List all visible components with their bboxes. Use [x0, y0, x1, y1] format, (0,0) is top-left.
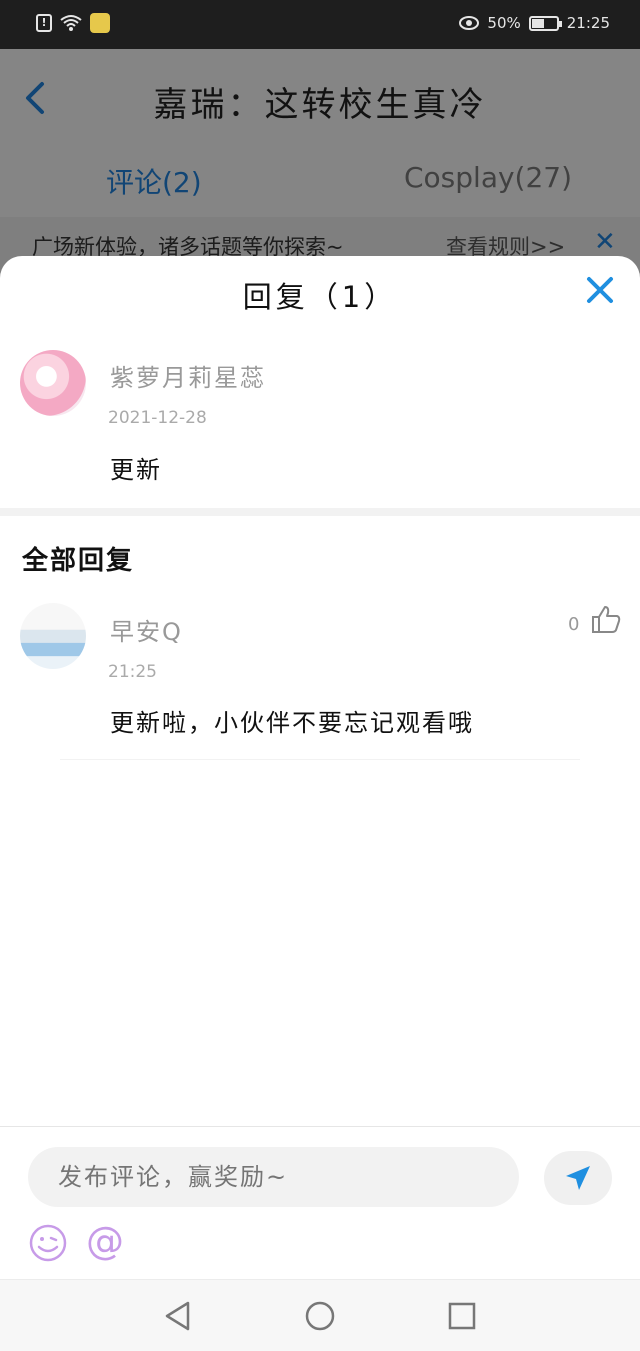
eye-comfort-icon — [459, 16, 480, 30]
home-circle-icon[interactable] — [304, 1300, 336, 1332]
mention-button[interactable]: @ — [86, 1219, 124, 1263]
battery-level — [531, 18, 544, 28]
reply-username[interactable]: 早安Q — [110, 612, 183, 647]
alert-icon: ! — [36, 14, 52, 32]
reply-text: 更新啦，小伙伴不要忘记观看哦 — [110, 709, 474, 737]
comment-username[interactable]: 紫萝月莉星蕊 — [110, 358, 266, 393]
like-count: 0 — [568, 614, 580, 635]
emoji-icon[interactable] — [28, 1223, 68, 1263]
avatar[interactable] — [20, 350, 86, 416]
close-icon[interactable] — [584, 268, 616, 315]
reply-time: 21:25 — [108, 662, 157, 682]
send-icon — [566, 1166, 590, 1190]
comment-text: 更新 — [110, 456, 162, 484]
back-triangle-icon[interactable] — [162, 1300, 194, 1332]
battery-percent: 50% — [487, 14, 521, 32]
comment-input[interactable] — [28, 1147, 519, 1207]
thumbs-up-icon[interactable] — [590, 604, 622, 634]
sheet-title: 回复（1） — [242, 280, 398, 314]
recents-square-icon[interactable] — [446, 1300, 478, 1332]
battery-icon — [528, 15, 562, 31]
status-bar: ! 50% 21:25 — [0, 0, 640, 49]
comment-composer: @ — [0, 1126, 640, 1279]
sheet-header: 回复（1） — [0, 274, 640, 318]
all-replies-title: 全部回复 — [22, 546, 135, 576]
send-button[interactable] — [544, 1151, 612, 1205]
system-nav-bar — [0, 1279, 640, 1351]
avatar[interactable] — [20, 603, 86, 669]
app-notification-icon — [90, 13, 110, 33]
row-separator — [60, 759, 580, 760]
wifi-icon — [60, 15, 82, 31]
section-divider — [0, 508, 640, 516]
comment-date: 2021-12-28 — [108, 408, 207, 428]
clock: 21:25 — [566, 14, 610, 32]
status-right: 50% 21:25 — [459, 14, 610, 32]
status-left: ! — [36, 13, 110, 33]
